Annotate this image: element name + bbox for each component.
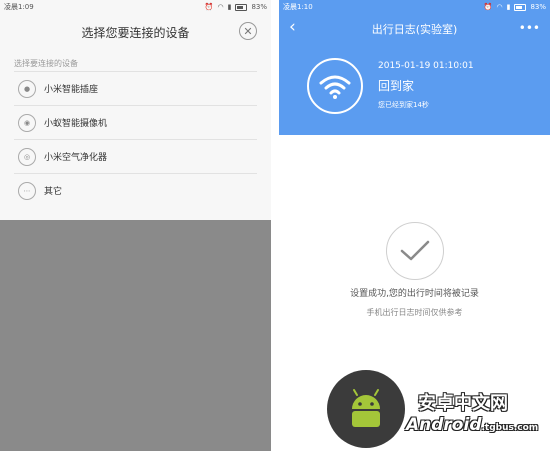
- device-label: 小米智能插座: [44, 85, 99, 95]
- device-label: 小蚁智能摄像机: [44, 119, 108, 129]
- status-time: 凌晨1:09: [4, 3, 34, 11]
- wifi-icon: ◠: [496, 3, 503, 11]
- watermark-domain: .tgbus.com: [481, 423, 539, 433]
- alarm-icon: ⏰: [204, 3, 214, 11]
- battery-icon: [514, 3, 527, 11]
- event-timestamp: 2015-01-19 01:10:01: [378, 61, 474, 71]
- battery-icon: [235, 3, 248, 11]
- dim-overlay[interactable]: [0, 447, 271, 451]
- note-message: 手机出行日志时间仅供参考: [366, 308, 463, 317]
- right-screen: 凌晨1:10 ⏰ ◠ ▮ 83% ‹ 出行日志(实验室) ••• 2015-01…: [279, 0, 550, 451]
- watermark-title: 安卓中文网: [418, 393, 508, 414]
- status-hero: 2015-01-19 01:10:01 回到家 您已经到家14秒: [279, 44, 550, 135]
- screen-divider: [271, 0, 279, 451]
- left-screen: 凌晨1:09 ⏰ ◠ ▮ 83% 选择您要连接的设备 ✕ 选择要连接的设备 ● …: [0, 0, 271, 451]
- checkmark-icon: [386, 222, 444, 280]
- android-logo-icon: [327, 370, 405, 448]
- wifi-icon: [307, 58, 363, 114]
- status-bar: 凌晨1:09 ⏰ ◠ ▮ 83%: [0, 0, 271, 14]
- device-item-socket[interactable]: ● 小米智能插座: [14, 71, 257, 105]
- signal-icon: ▮: [506, 3, 511, 11]
- device-item-other[interactable]: ⋯ 其它: [14, 173, 257, 207]
- wifi-icon: ◠: [217, 3, 224, 11]
- success-message: 设置成功,您的出行时间将被记录: [350, 289, 479, 299]
- sheet-header: 选择您要连接的设备 ✕: [14, 14, 257, 50]
- camera-icon: ◉: [18, 113, 36, 132]
- status-bar: 凌晨1:10 ⏰ ◠ ▮ 83%: [279, 0, 550, 14]
- device-label: 其它: [44, 187, 63, 197]
- socket-icon: ●: [18, 79, 36, 98]
- device-item-camera[interactable]: ◉ 小蚁智能摄像机: [14, 105, 257, 139]
- more-dots-icon: ⋯: [18, 181, 36, 200]
- event-subtitle: 您已经到家14秒: [378, 101, 429, 109]
- status-time: 凌晨1:10: [283, 3, 313, 11]
- device-list: ● 小米智能插座 ◉ 小蚁智能摄像机 ◎ 小米空气净化器 ⋯ 其它: [14, 71, 257, 207]
- air-purifier-icon: ◎: [18, 147, 36, 166]
- alarm-icon: ⏰: [483, 3, 493, 11]
- signal-icon: ▮: [227, 3, 232, 11]
- close-button[interactable]: ✕: [239, 22, 257, 40]
- battery-level: 83%: [530, 3, 546, 11]
- section-label: 选择要连接的设备: [14, 59, 78, 68]
- event-title: 回到家: [378, 79, 415, 93]
- device-label: 小米空气净化器: [44, 153, 108, 163]
- watermark-android: Android: [406, 415, 482, 435]
- device-item-air-purifier[interactable]: ◎ 小米空气净化器: [14, 139, 257, 173]
- back-chevron-icon[interactable]: ‹: [289, 19, 296, 36]
- more-menu-icon[interactable]: •••: [519, 22, 540, 34]
- page-title: 出行日志(实验室): [371, 23, 458, 36]
- watermark-brand: Android.tgbus.com: [406, 415, 538, 435]
- device-picker-sheet: 选择您要连接的设备 ✕ 选择要连接的设备 ● 小米智能插座 ◉ 小蚁智能摄像机 …: [0, 14, 271, 220]
- sheet-title: 选择您要连接的设备: [81, 25, 190, 40]
- battery-level: 83%: [251, 3, 267, 11]
- top-bar: ‹ 出行日志(实验室) •••: [279, 14, 550, 44]
